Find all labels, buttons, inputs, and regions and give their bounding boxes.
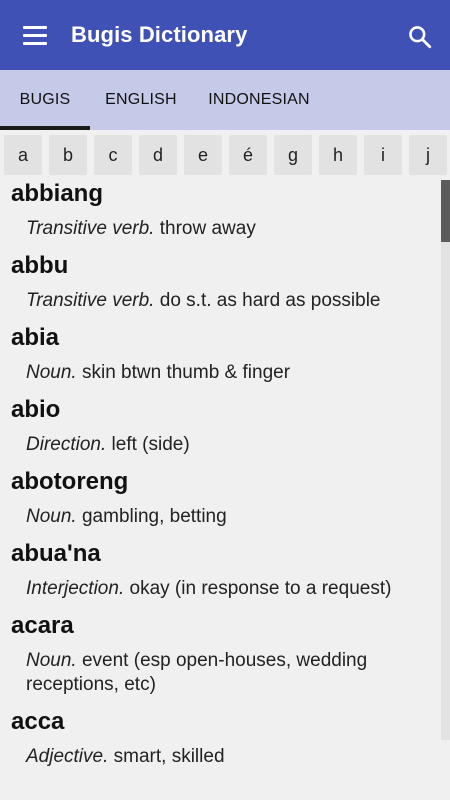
list-item[interactable]: abio Direction. left (side) — [0, 396, 440, 468]
entry-word: abia — [11, 324, 60, 351]
entry-definition: Direction. left (side) — [26, 433, 436, 457]
entry-definition: Interjection. okay (in response to a req… — [26, 577, 436, 601]
letter-button-h[interactable]: h — [319, 135, 357, 175]
letter-button-e[interactable]: e — [184, 135, 222, 175]
entry-meaning: left (side) — [111, 434, 190, 455]
letter-button-j[interactable]: j — [409, 135, 447, 175]
list-item[interactable]: abua'na Interjection. okay (in response … — [0, 540, 440, 612]
entry-meaning: skin btwn thumb & finger — [81, 362, 291, 383]
entry-part-of-speech: Noun. — [26, 506, 77, 527]
letter-button-b[interactable]: b — [49, 135, 87, 175]
entry-part-of-speech: Transitive verb. — [26, 218, 155, 239]
list-item[interactable]: abbu Transitive verb. do s.t. as hard as… — [0, 252, 440, 324]
app-bar: Bugis Dictionary — [0, 0, 450, 70]
entry-word: abua'na — [11, 540, 101, 567]
menu-button[interactable] — [12, 17, 58, 53]
letter-button-i[interactable]: i — [364, 135, 402, 175]
alphabet-bar: a b c d e é g h i j — [0, 130, 450, 180]
entry-part-of-speech: Transitive verb. — [26, 290, 155, 311]
entry-part-of-speech: Noun. — [26, 362, 77, 383]
list-item[interactable]: acara Noun. event (esp open-houses, wedd… — [0, 612, 440, 708]
scrollbar-track[interactable] — [441, 180, 450, 740]
language-tabs: BUGIS ENGLISH INDONESIAN — [0, 70, 450, 130]
entry-meaning: event (esp open-houses, wedding receptio… — [26, 650, 368, 695]
list-item[interactable]: abotoreng Noun. gambling, betting — [0, 468, 440, 540]
list-item[interactable]: abbiang Transitive verb. throw away — [0, 180, 440, 252]
list-item[interactable]: acca Adjective. smart, skilled — [0, 708, 440, 780]
entry-word: abbiang — [11, 180, 104, 207]
search-button[interactable] — [400, 17, 440, 57]
entry-definition: Transitive verb. do s.t. as hard as poss… — [26, 289, 436, 313]
tab-indonesian[interactable]: INDONESIAN — [192, 70, 326, 130]
entry-meaning: smart, skilled — [113, 746, 225, 767]
tab-bugis[interactable]: BUGIS — [0, 70, 90, 130]
letter-button-g[interactable]: g — [274, 135, 312, 175]
entry-word: acca — [11, 708, 65, 735]
entry-definition: Noun. event (esp open-houses, wedding re… — [26, 649, 436, 697]
entry-word: abbu — [11, 252, 69, 279]
tab-english[interactable]: ENGLISH — [90, 70, 192, 130]
entry-meaning: okay (in response to a request) — [129, 578, 392, 599]
entry-meaning: do s.t. as hard as possible — [159, 290, 381, 311]
entry-word: abio — [11, 396, 61, 423]
letter-button-a[interactable]: a — [4, 135, 42, 175]
app-title: Bugis Dictionary — [71, 22, 248, 47]
entry-definition: Noun. skin btwn thumb & finger — [26, 361, 436, 385]
list-item[interactable]: abia Noun. skin btwn thumb & finger — [0, 324, 440, 396]
entry-definition: Adjective. smart, skilled — [26, 745, 436, 769]
entry-meaning: throw away — [159, 218, 256, 239]
word-list: abbiang Transitive verb. throw away abbu… — [0, 180, 450, 800]
entry-definition: Noun. gambling, betting — [26, 505, 436, 529]
search-icon — [409, 26, 432, 49]
hamburger-menu-icon — [23, 25, 47, 29]
entry-word: acara — [11, 612, 74, 639]
letter-button-d[interactable]: d — [139, 135, 177, 175]
entry-meaning: gambling, betting — [81, 506, 227, 527]
entry-part-of-speech: Direction. — [26, 434, 107, 455]
entry-definition: Transitive verb. throw away — [26, 217, 436, 241]
entry-word: abotoreng — [11, 468, 129, 495]
entry-part-of-speech: Noun. — [26, 650, 77, 671]
entry-part-of-speech: Interjection. — [26, 578, 125, 599]
letter-button-c[interactable]: c — [94, 135, 132, 175]
scrollbar-thumb[interactable] — [441, 180, 450, 242]
entry-part-of-speech: Adjective. — [26, 746, 109, 767]
letter-button-e-acute[interactable]: é — [229, 135, 267, 175]
